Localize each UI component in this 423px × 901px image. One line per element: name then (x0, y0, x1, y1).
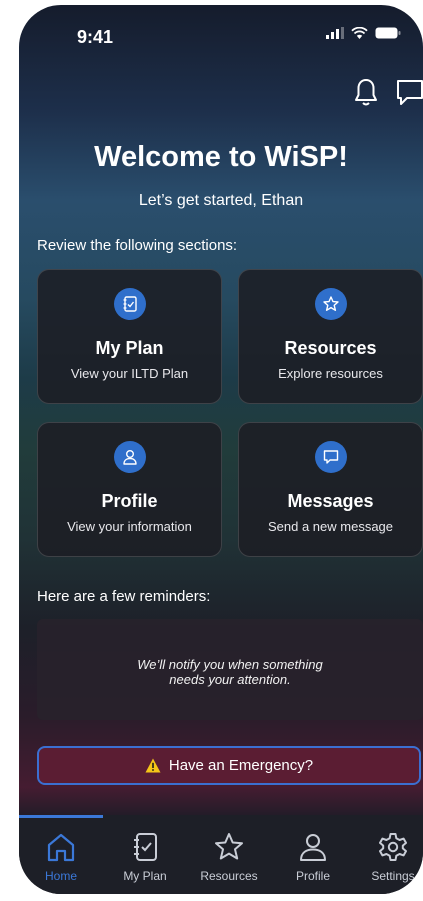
tab-label: My Plan (123, 869, 167, 883)
star-icon (215, 833, 243, 860)
home-icon (47, 833, 75, 862)
card-title: Messages (287, 491, 374, 511)
tab-bar: Home My Plan Resources Profile Settings (19, 815, 423, 894)
star-icon (314, 288, 347, 320)
page-subtitle: Let’s get started, Ethan (138, 192, 304, 209)
card-resources[interactable]: Resources Explore resources (238, 269, 423, 404)
card-title: Profile (101, 491, 158, 511)
active-tab-indicator (19, 815, 103, 818)
reminders-empty-line-1: We’ll notify you when something (137, 657, 323, 672)
card-subtitle: Explore resources (278, 366, 383, 381)
person-icon (113, 441, 146, 473)
warning-icon (145, 758, 161, 773)
emergency-label: Have an Emergency? (168, 757, 314, 774)
page-title: Welcome to WiSP! (94, 141, 348, 173)
plan-icon (134, 833, 157, 861)
tab-resources[interactable]: Resources (189, 827, 269, 883)
reminders-panel: We’ll notify you when something needs yo… (37, 619, 423, 720)
section-prompt: Review the following sections: (37, 237, 238, 254)
card-messages[interactable]: Messages Send a new message (238, 422, 423, 557)
tab-label: Resources (200, 869, 258, 883)
tab-my-plan[interactable]: My Plan (105, 827, 185, 883)
card-title: My Plan (95, 338, 164, 358)
card-profile[interactable]: Profile View your information (37, 422, 222, 557)
tab-label: Profile (295, 869, 330, 883)
card-subtitle: Send a new message (267, 519, 394, 534)
bell-icon[interactable] (353, 77, 379, 107)
reminders-label: Here are a few reminders: (37, 588, 211, 605)
card-my-plan[interactable]: My Plan View your ILTD Plan (37, 269, 222, 404)
gear-icon (379, 833, 407, 861)
tab-label: Settings (371, 869, 415, 883)
reminders-empty-line-2: needs your attention. (169, 672, 291, 687)
plan-icon (113, 288, 146, 320)
tab-label: Home (44, 869, 77, 883)
status-bar: 9:41 (19, 5, 423, 65)
battery-icon (375, 27, 401, 39)
chat-icon[interactable] (395, 77, 423, 107)
tab-home[interactable]: Home (21, 827, 101, 883)
message-icon (314, 441, 347, 473)
status-time: 9:41 (77, 27, 114, 47)
status-icons (326, 27, 401, 39)
emergency-button[interactable]: Have an Emergency? (37, 746, 421, 785)
card-subtitle: View your ILTD Plan (70, 366, 189, 381)
reminders-empty-text: We’ll notify you when something needs yo… (37, 657, 423, 687)
card-subtitle: View your information (67, 519, 192, 534)
header-actions (353, 77, 423, 107)
card-title: Resources (284, 338, 377, 358)
signal-icon (326, 27, 344, 39)
tab-profile[interactable]: Profile (273, 827, 353, 883)
person-icon (300, 834, 326, 861)
phone-screen: 9:41 Welcome to WiSP! Let’s get started,… (19, 5, 423, 894)
wifi-icon (351, 27, 368, 39)
tab-settings[interactable]: Settings (353, 827, 423, 883)
